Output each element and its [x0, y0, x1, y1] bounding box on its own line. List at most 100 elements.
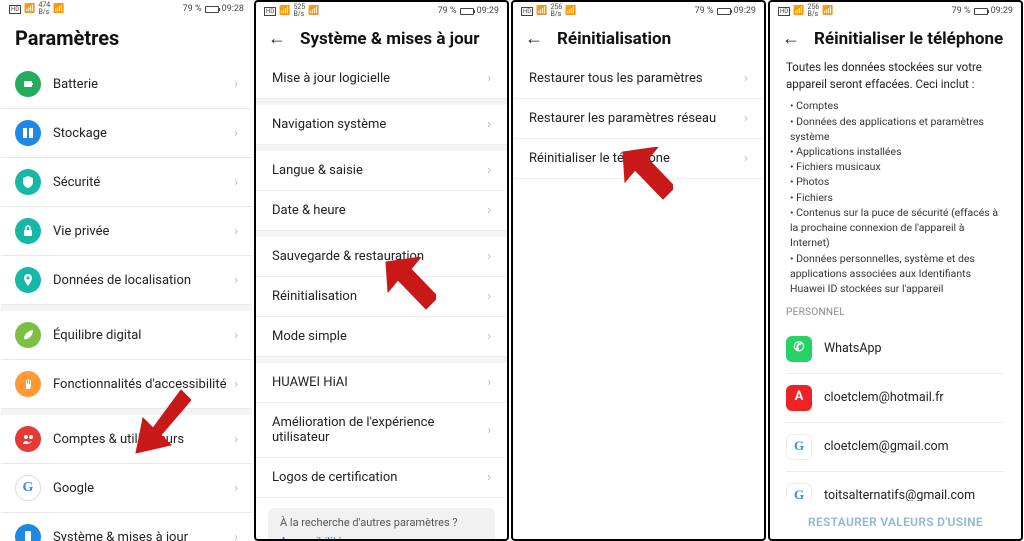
reset-phone-screen: HD 📶 256B/s 📶 79 % 09:29 ← Réinitialiser… [768, 0, 1023, 541]
settings-row-pin[interactable]: Données de localisation› [1, 256, 252, 305]
chevron-right-icon: › [487, 375, 491, 390]
page-title: Paramètres [1, 18, 252, 60]
back-icon[interactable]: ← [525, 28, 543, 49]
chevron-right-icon: › [744, 111, 748, 126]
account-row[interactable]: Gcloetclem@gmail.com [786, 423, 1005, 472]
hd-icon: HD [264, 7, 276, 16]
system-row[interactable]: Navigation système› [256, 105, 507, 145]
net-speed: 525B/s [293, 4, 305, 18]
google-icon: G [15, 475, 41, 501]
settings-row-lock[interactable]: Vie privée› [1, 207, 252, 256]
battery-icon [717, 8, 731, 15]
row-label: Sauvegarde & restauration [272, 249, 487, 264]
page-title: Réinitialisation [557, 29, 671, 49]
reset-screen: HD 📶 256B/s 📶 79 % 09:29 ← Réinitialisat… [511, 0, 766, 541]
hand-icon [15, 371, 41, 397]
row-label: Réinitialisation [272, 289, 487, 304]
chevron-right-icon: › [234, 481, 238, 496]
settings-row-hand[interactable]: Fonctionnalités d'accessibilité› [1, 360, 252, 409]
settings-row-storage[interactable]: Stockage› [1, 109, 252, 158]
settings-row-shield[interactable]: Sécurité› [1, 158, 252, 207]
wifi-icon: 📶 [565, 6, 576, 16]
chevron-right-icon: › [487, 117, 491, 132]
status-bar: HD 📶 256B/s 📶 79 % 09:29 [513, 2, 764, 20]
lock-icon [15, 218, 41, 244]
header: ← Réinitialisation [513, 20, 764, 59]
status-bar: HD 📶 474B/s 📶 79 % 09:28 [1, 0, 252, 18]
row-label: Sécurité [53, 175, 234, 190]
restore-factory-button[interactable]: RESTAURER VALEURS D'USINE [770, 501, 1021, 539]
hd-icon: HD [778, 7, 790, 16]
reset-row[interactable]: Réinitialiser le téléphone› [513, 139, 764, 179]
row-label: Stockage [53, 126, 234, 141]
row-label: Vie privée [53, 224, 234, 239]
chevron-right-icon: › [234, 224, 238, 239]
row-label: Amélioration de l'expérience utilisateur [272, 415, 487, 445]
back-icon[interactable]: ← [782, 28, 800, 49]
bullet-item: Fichiers [790, 190, 1005, 205]
page-title: Réinitialiser le téléphone [814, 29, 1003, 49]
system-row[interactable]: Langue & saisie› [256, 151, 507, 191]
chevron-right-icon: › [234, 328, 238, 343]
account-row[interactable]: Gtoitsalternatifs@gmail.com [786, 472, 1005, 501]
chevron-right-icon: › [234, 273, 238, 288]
chevron-right-icon: › [744, 71, 748, 86]
chevron-right-icon: › [487, 329, 491, 344]
system-row[interactable]: Mode simple› [256, 317, 507, 357]
users-icon [15, 426, 41, 452]
wifi-icon: 📶 [53, 4, 64, 14]
bullet-item: Contenus sur la puce de sécurité (effacé… [790, 205, 1005, 251]
signal-icon: 📶 [793, 6, 804, 16]
row-label: Réinitialiser le téléphone [529, 151, 744, 166]
header: ← Réinitialiser le téléphone [770, 20, 1021, 59]
back-icon[interactable]: ← [268, 28, 286, 49]
system-row[interactable]: HUAWEI HiAI› [256, 363, 507, 403]
row-label: Données de localisation [53, 273, 234, 288]
row-label: Navigation système [272, 117, 487, 132]
reset-row[interactable]: Restaurer les paramètres réseau› [513, 99, 764, 139]
clock: 09:29 [991, 6, 1013, 16]
bullet-item: Fichiers musicaux [790, 159, 1005, 174]
system-row[interactable]: Date & heure› [256, 191, 507, 231]
settings-row-google[interactable]: GGoogle› [1, 464, 252, 513]
net-speed: 256B/s [807, 4, 819, 18]
battery-pct: 79 % [183, 4, 202, 14]
chevron-right-icon: › [487, 71, 491, 86]
chevron-right-icon: › [487, 289, 491, 304]
net-speed: 474B/s [38, 2, 50, 16]
adobe-icon: A [786, 385, 812, 411]
settings-main-screen: HD 📶 474B/s 📶 79 % 09:28 Paramètres Batt… [1, 0, 252, 541]
account-label: toitsalternatifs@gmail.com [824, 487, 975, 501]
hd-icon: HD [521, 7, 533, 16]
battery-icon [205, 6, 219, 13]
settings-row-users[interactable]: Comptes & utilisateurs› [1, 415, 252, 464]
battery-pct: 79 % [695, 6, 714, 16]
settings-row-leaf[interactable]: Équilibre digital› [1, 311, 252, 360]
chevron-right-icon: › [744, 151, 748, 166]
settings-row-phone[interactable]: Système & mises à jour› [1, 513, 252, 541]
chevron-right-icon: › [487, 249, 491, 264]
system-row[interactable]: Logos de certification› [256, 458, 507, 498]
wifi-icon: 📶 [822, 6, 833, 16]
search-link[interactable]: Accessibilité [280, 535, 483, 541]
battery-pct: 79 % [952, 6, 971, 16]
chevron-right-icon: › [234, 175, 238, 190]
signal-icon: 📶 [279, 6, 290, 16]
chevron-right-icon: › [234, 432, 238, 447]
row-label: Logos de certification [272, 470, 487, 485]
account-row[interactable]: ✆WhatsApp [786, 325, 1005, 374]
account-label: cloetclem@gmail.com [824, 438, 949, 456]
settings-row-battery[interactable]: Batterie› [1, 60, 252, 109]
row-label: Batterie [53, 77, 234, 92]
reset-row[interactable]: Restaurer tous les paramètres› [513, 59, 764, 99]
row-label: Fonctionnalités d'accessibilité [53, 377, 234, 392]
status-bar: HD 📶 256B/s 📶 79 % 09:29 [770, 2, 1021, 20]
whatsapp-icon: ✆ [786, 336, 812, 362]
chevron-right-icon: › [487, 470, 491, 485]
chevron-right-icon: › [487, 203, 491, 218]
account-row[interactable]: Acloetclem@hotmail.fr [786, 374, 1005, 423]
system-row[interactable]: Réinitialisation› [256, 277, 507, 317]
system-row[interactable]: Sauvegarde & restauration› [256, 237, 507, 277]
system-row[interactable]: Mise à jour logicielle› [256, 59, 507, 99]
system-row[interactable]: Amélioration de l'expérience utilisateur… [256, 403, 507, 458]
